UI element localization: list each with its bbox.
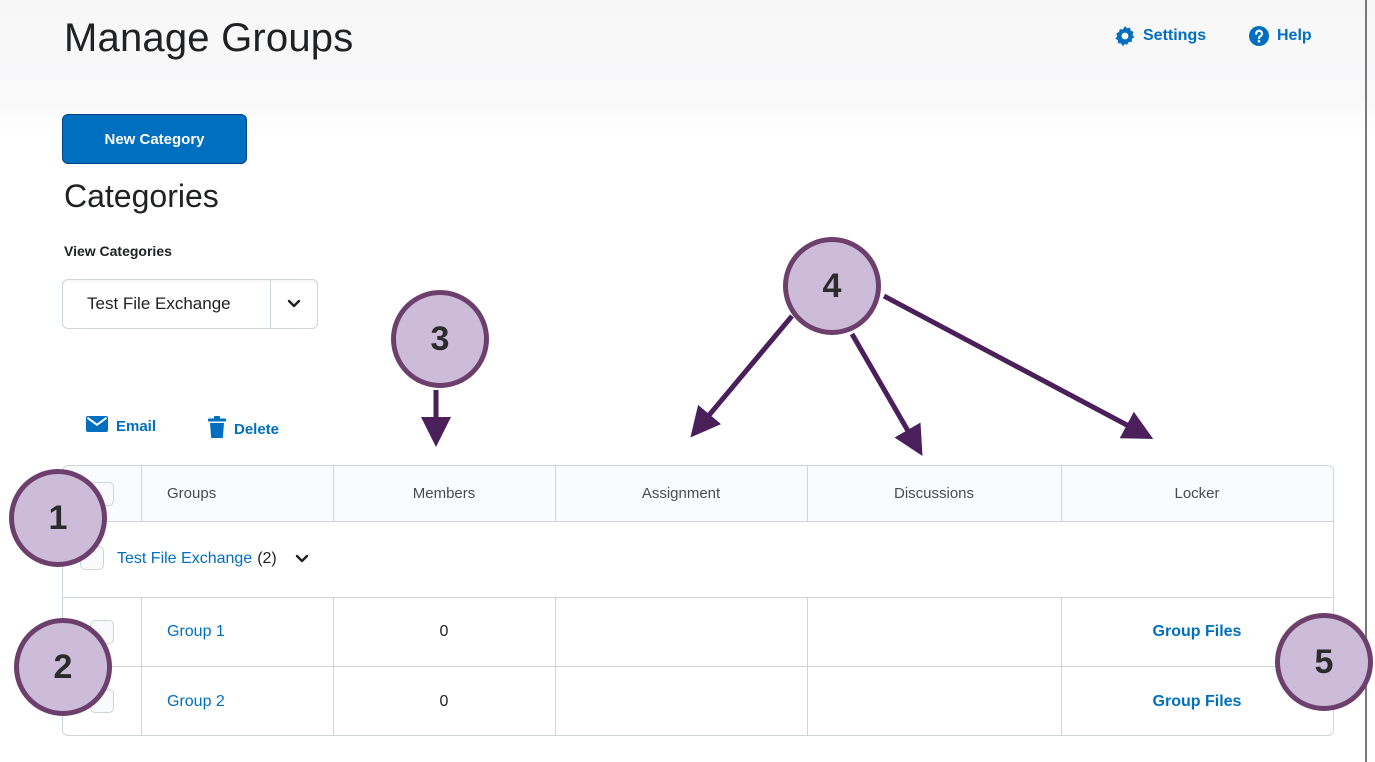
column-header-members[interactable]: Members	[333, 466, 555, 521]
arrow-to-assignment	[690, 314, 794, 438]
column-divider	[333, 597, 334, 735]
group-link[interactable]: Group 2	[167, 693, 225, 711]
discussions-cell	[807, 667, 1061, 735]
callout-1: 1	[9, 469, 107, 567]
help-label: Help	[1277, 27, 1312, 44]
group-files-link[interactable]: Group Files	[1153, 623, 1242, 641]
table-row: Group 2 0 Group Files	[63, 667, 1333, 735]
group-name-cell: Group 2	[167, 667, 225, 735]
selected-category: Test File Exchange	[87, 294, 231, 313]
groups-table: Groups Members Assignment Discussions Lo…	[62, 465, 1334, 736]
column-divider	[141, 466, 142, 521]
column-header-locker[interactable]: Locker	[1061, 466, 1333, 521]
column-divider	[141, 597, 142, 735]
column-header-groups[interactable]: Groups	[167, 466, 216, 521]
settings-link[interactable]: Settings	[1115, 26, 1206, 46]
group-files-link[interactable]: Group Files	[1153, 693, 1242, 711]
arrow-to-discussions	[849, 332, 923, 456]
members-cell: 0	[439, 692, 449, 710]
email-button[interactable]: Email	[86, 416, 156, 436]
callout-2: 2	[14, 618, 112, 716]
email-icon	[86, 416, 108, 436]
table-row: Group 1 0 Group Files	[63, 597, 1333, 667]
arrow-to-locker	[882, 293, 1154, 440]
view-categories-select[interactable]: Test File Exchange	[62, 279, 318, 329]
column-header-discussions[interactable]: Discussions	[807, 466, 1061, 521]
column-divider	[1061, 597, 1062, 735]
column-divider	[555, 466, 556, 521]
view-categories-label: View Categories	[64, 243, 172, 259]
categories-heading: Categories	[64, 178, 219, 214]
group-name-cell: Group 1	[167, 597, 225, 666]
chevron-down-icon[interactable]	[270, 280, 317, 328]
column-divider	[807, 597, 808, 735]
page-title: Manage Groups	[64, 16, 354, 60]
delete-label: Delete	[234, 420, 280, 438]
help-link[interactable]: Help	[1249, 26, 1312, 46]
delete-button[interactable]: Delete	[208, 416, 279, 442]
new-category-button[interactable]: New Category	[62, 114, 247, 164]
email-label: Email	[116, 417, 157, 435]
group-link[interactable]: Group 1	[167, 623, 225, 641]
column-divider	[555, 597, 556, 735]
column-divider	[1061, 466, 1062, 521]
column-divider	[807, 466, 808, 521]
callout-5: 5	[1275, 613, 1373, 711]
members-cell: 0	[439, 622, 449, 640]
assignment-cell	[555, 597, 807, 666]
column-divider	[333, 466, 334, 521]
gear-icon	[1115, 26, 1135, 46]
settings-label: Settings	[1143, 27, 1207, 44]
category-row: Test File Exchange (2)	[63, 521, 1333, 598]
column-header-assignment[interactable]: Assignment	[555, 466, 807, 521]
chevron-down-icon[interactable]	[295, 554, 309, 564]
help-icon	[1249, 26, 1269, 46]
category-title: Test File Exchange (2)	[117, 521, 309, 597]
discussions-cell	[807, 597, 1061, 666]
callout-4: 4	[783, 237, 881, 335]
category-count: (2)	[257, 550, 277, 567]
category-link[interactable]: Test File Exchange	[117, 550, 252, 568]
callout-3: 3	[391, 290, 489, 388]
trash-icon	[208, 416, 226, 442]
table-header-row: Groups Members Assignment Discussions Lo…	[63, 466, 1333, 522]
assignment-cell	[555, 667, 807, 735]
